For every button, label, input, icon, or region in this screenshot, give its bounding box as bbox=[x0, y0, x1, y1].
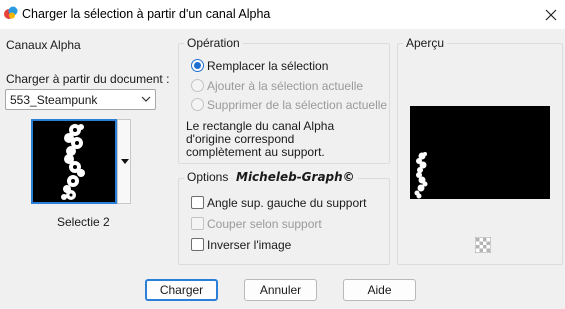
checkerboard-icon[interactable] bbox=[475, 237, 491, 253]
checkbox-invert-label: Inverser l'image bbox=[207, 238, 292, 252]
channels-group-title: Canaux Alpha bbox=[6, 38, 81, 52]
load-button[interactable]: Charger bbox=[145, 279, 218, 301]
close-icon bbox=[545, 9, 557, 20]
close-button[interactable] bbox=[537, 0, 565, 29]
radio-add-selection[interactable] bbox=[191, 79, 204, 92]
checkbox-invert[interactable] bbox=[191, 238, 204, 251]
load-from-label: Charger à partir du document : bbox=[6, 72, 170, 86]
radio-add-label: Ajouter à la sélection actuelle bbox=[207, 79, 364, 93]
options-group-title: Options bbox=[184, 170, 232, 184]
checkbox-clip-label: Couper selon support bbox=[207, 217, 322, 231]
triangle-down-icon bbox=[121, 159, 129, 164]
checkbox-clip-to-canvas[interactable] bbox=[191, 217, 204, 230]
operation-group-title: Opération bbox=[184, 36, 243, 50]
radio-subtract-selection[interactable] bbox=[191, 98, 204, 111]
document-select[interactable]: 553_Steampunk bbox=[5, 89, 156, 110]
channel-thumbnail[interactable] bbox=[31, 119, 117, 204]
radio-subtract-label: Supprimer de la sélection actuelle bbox=[207, 98, 388, 112]
gears-thumbnail-image bbox=[61, 124, 85, 200]
watermark-text: Micheleb-Graph© bbox=[233, 170, 358, 184]
preview-canvas bbox=[410, 106, 550, 199]
cancel-button[interactable]: Annuler bbox=[244, 279, 317, 301]
checkbox-top-left-corner[interactable] bbox=[191, 196, 204, 209]
preview-group-title: Aperçu bbox=[403, 36, 448, 50]
operation-info-line-1: Le rectangle du canal Alpha bbox=[186, 119, 335, 133]
document-select-value: 553_Steampunk bbox=[10, 93, 98, 107]
chevron-down-icon bbox=[141, 96, 151, 102]
app-icon bbox=[4, 6, 18, 19]
window-title: Charger la sélection à partir d'un canal… bbox=[22, 7, 271, 21]
checkbox-top-left-label: Angle sup. gauche du support bbox=[207, 196, 367, 210]
title-bar: Charger la sélection à partir d'un canal… bbox=[0, 0, 565, 29]
help-button[interactable]: Aide bbox=[343, 279, 416, 301]
preview-gears-image bbox=[414, 152, 428, 199]
thumbnail-dropdown-button[interactable] bbox=[117, 119, 131, 204]
operation-info-line-2: d'origine correspond bbox=[186, 132, 295, 146]
radio-replace-label: Remplacer la sélection bbox=[207, 59, 329, 73]
radio-replace-selection[interactable] bbox=[191, 59, 204, 72]
selection-name: Selectie 2 bbox=[57, 215, 110, 229]
operation-info-line-3: complètement au support. bbox=[186, 145, 325, 159]
